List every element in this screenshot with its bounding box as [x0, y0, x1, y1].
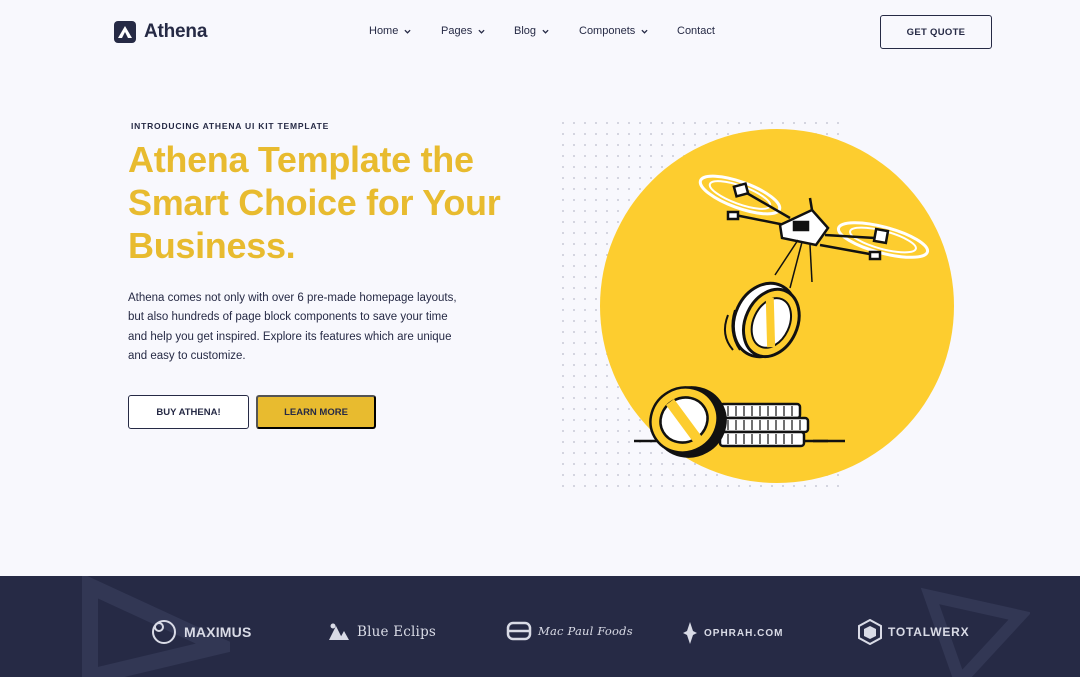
- site-header: Athena Home Pages Blog Componets Contact…: [0, 0, 1080, 64]
- nav-item-contact[interactable]: Contact: [677, 25, 715, 37]
- brand-name: Blue Eclips: [357, 624, 437, 640]
- nav-item-componets[interactable]: Componets: [579, 25, 648, 37]
- brand-logo[interactable]: Athena: [114, 21, 207, 43]
- nav-item-label: Pages: [441, 25, 473, 37]
- nav-item-label: Home: [369, 25, 399, 37]
- chevron-down-icon: [542, 29, 549, 34]
- brands-bar: MAXIMUS Blue Eclips Mac Paul Foods OPHRA…: [0, 576, 1080, 677]
- buy-athena-button[interactable]: BUY ATHENA!: [128, 395, 249, 429]
- get-quote-button[interactable]: GET QUOTE: [880, 15, 992, 49]
- hero-eyebrow: INTRODUCING ATHENA UI KIT TEMPLATE: [131, 121, 330, 131]
- nav-item-label: Componets: [579, 25, 636, 37]
- maximus-logo-icon: [152, 620, 176, 644]
- totalwerx-logo-icon: [858, 619, 882, 645]
- ophrah-logo-icon: [683, 622, 697, 644]
- brand-totalwerx[interactable]: TOTALWERX: [858, 619, 969, 645]
- nav-item-label: Contact: [677, 25, 715, 37]
- nav-item-label: Blog: [514, 25, 537, 37]
- hero-title: Athena Template the Smart Choice for You…: [128, 139, 501, 266]
- brand-mac-paul-foods[interactable]: Mac Paul Foods: [506, 620, 633, 642]
- logo-text: Athena: [144, 21, 208, 42]
- nav-item-pages[interactable]: Pages: [441, 25, 485, 37]
- brand-blue-eclips[interactable]: Blue Eclips: [327, 622, 436, 642]
- athena-logo-icon: [114, 21, 136, 43]
- brand-ophrah[interactable]: OPHRAH.COM: [682, 621, 783, 645]
- chevron-down-icon: [641, 29, 648, 34]
- brand-name: OPHRAH.COM: [704, 627, 784, 639]
- brand-maximus[interactable]: MAXIMUS: [150, 618, 252, 646]
- hero-illustration: [555, 118, 954, 490]
- nav-item-home[interactable]: Home: [369, 25, 411, 37]
- blue-eclips-logo-icon: [329, 623, 349, 640]
- chevron-down-icon: [404, 29, 411, 34]
- hero-description: Athena comes not only with over 6 pre-ma…: [128, 292, 457, 362]
- brand-name: Mac Paul Foods: [538, 624, 633, 638]
- chevron-down-icon: [478, 29, 485, 34]
- learn-more-button[interactable]: LEARN MORE: [256, 395, 376, 429]
- mac-paul-foods-logo-icon: [506, 621, 532, 641]
- nav-item-blog[interactable]: Blog: [514, 25, 549, 37]
- brand-name: TOTALWERX: [888, 625, 970, 639]
- brand-name: MAXIMUS: [184, 624, 252, 640]
